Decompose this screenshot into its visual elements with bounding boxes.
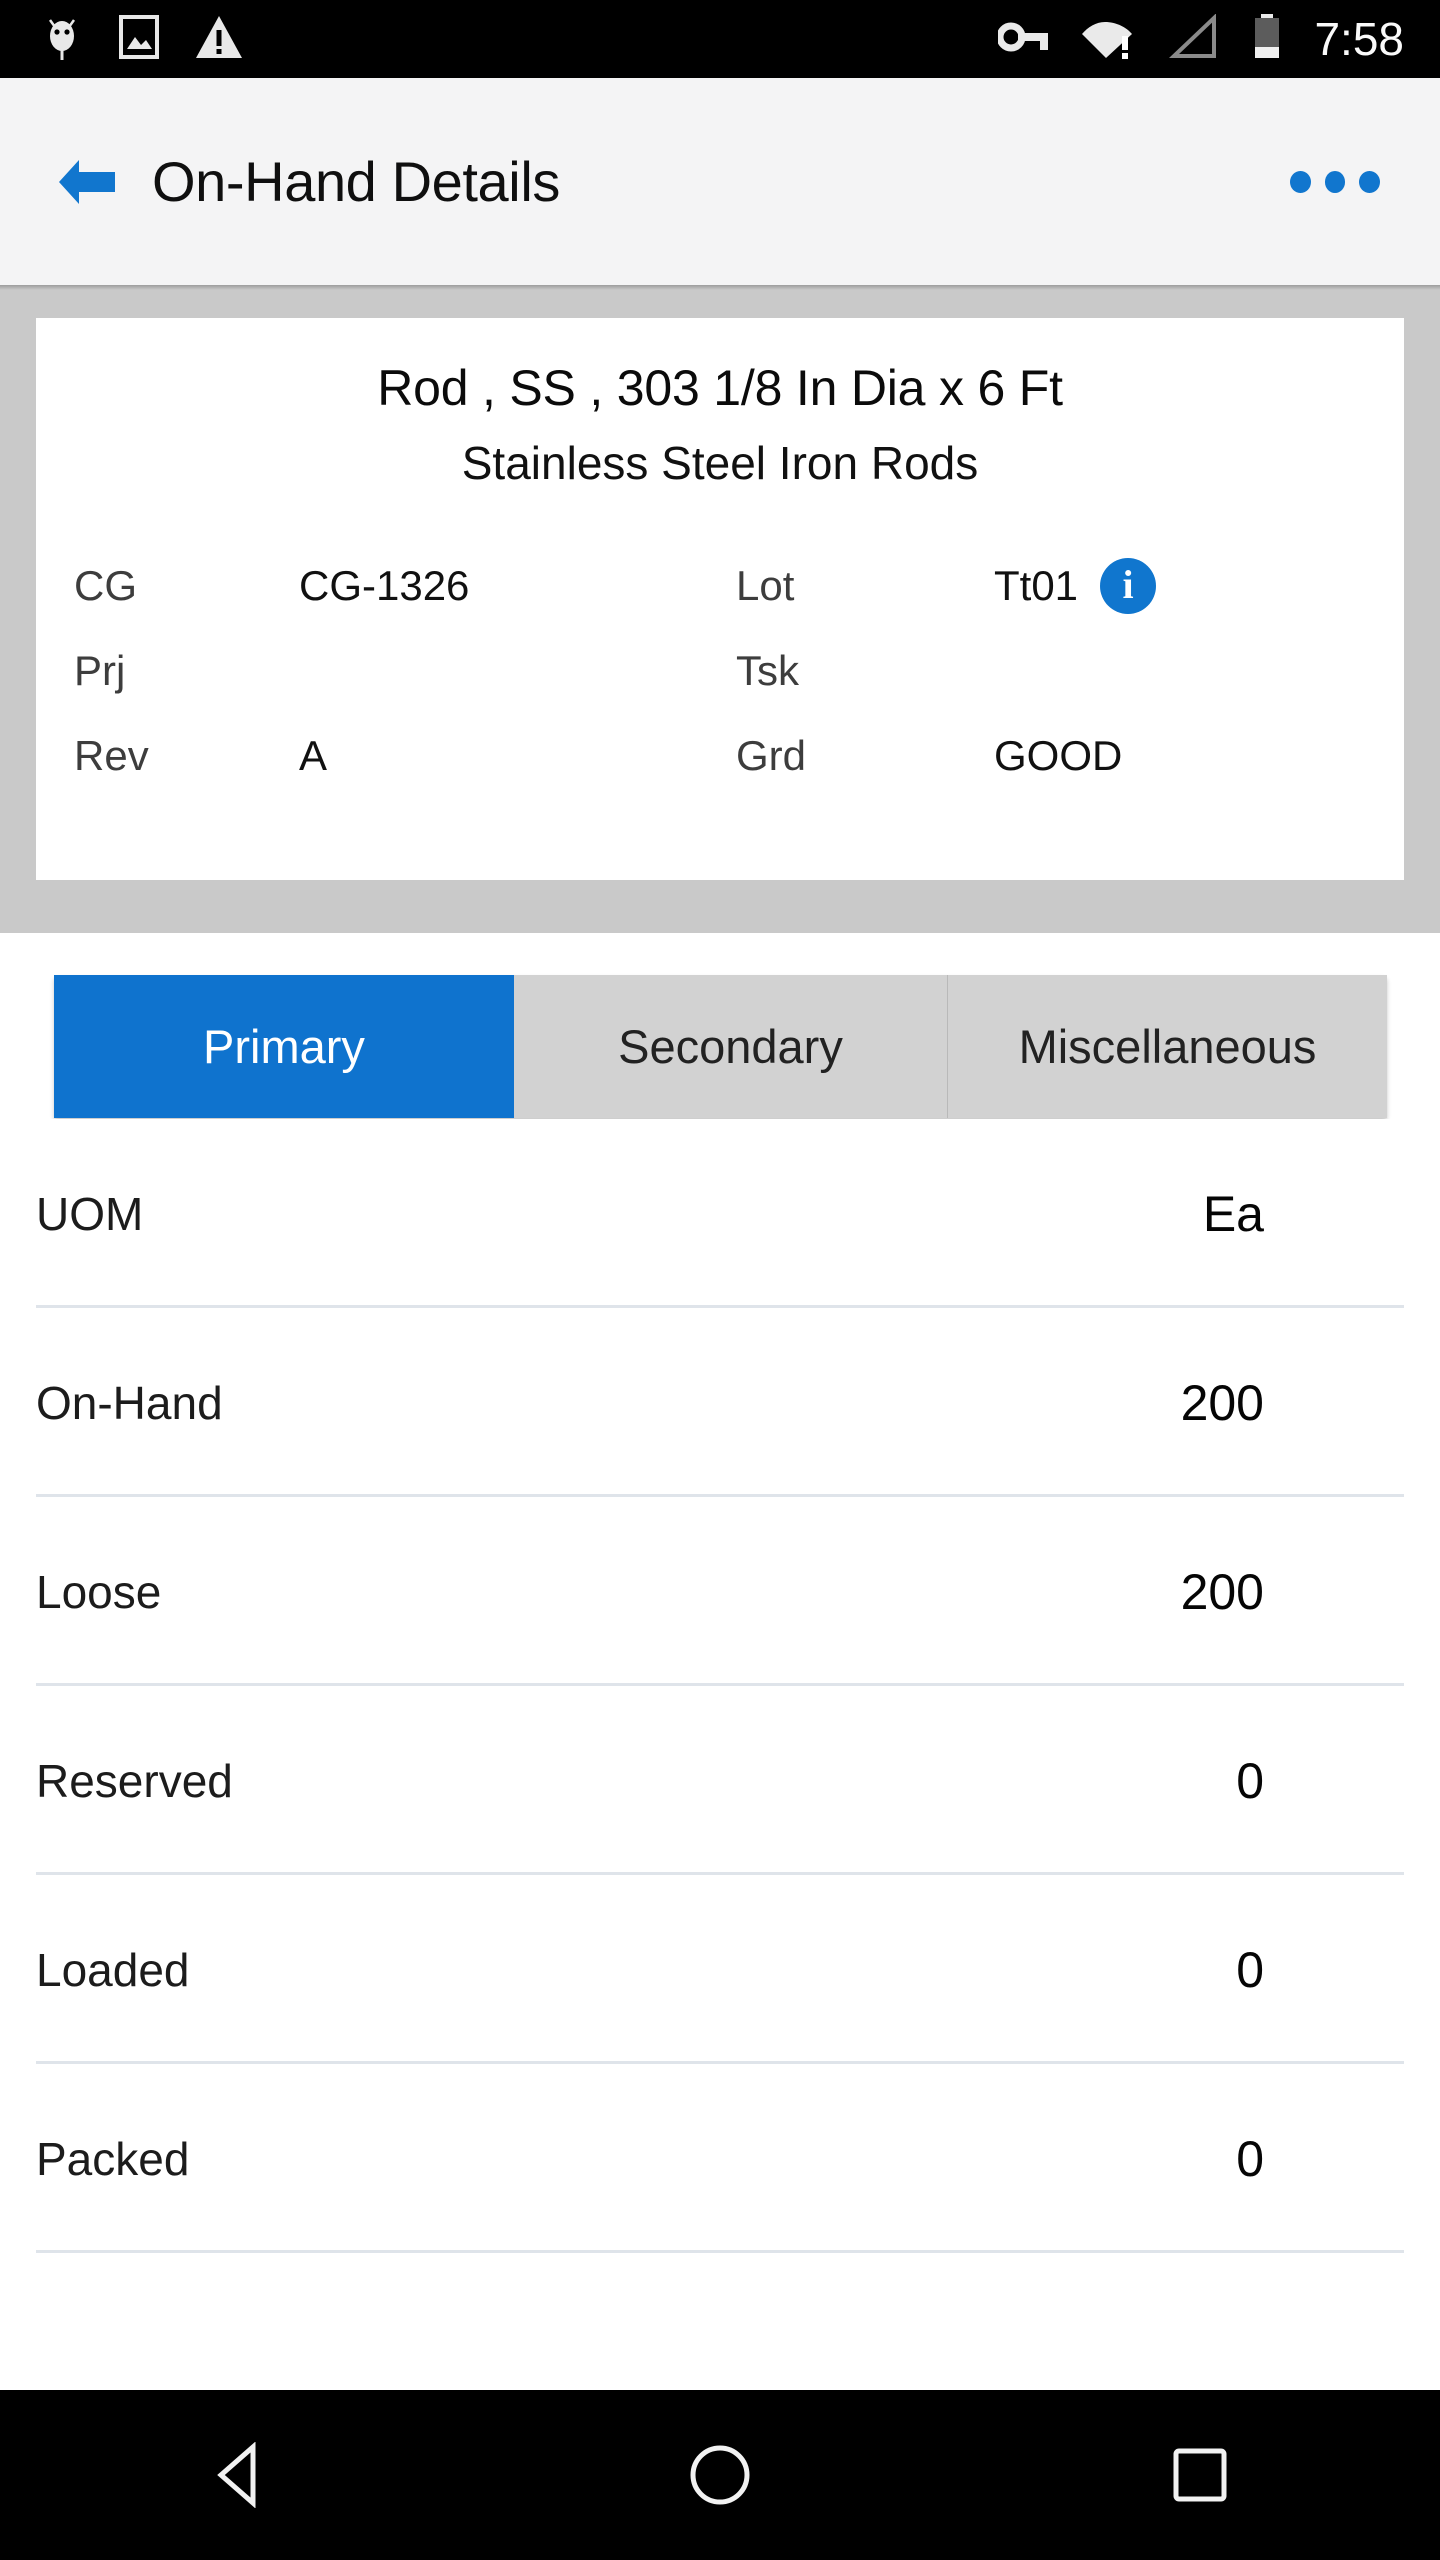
attribute-label-grd: Grd: [736, 732, 807, 780]
cellular-signal-icon: [1168, 12, 1220, 65]
list-item[interactable]: Reserved 0: [0, 1686, 1440, 1875]
overflow-menu-button[interactable]: [1290, 152, 1381, 212]
overflow-dot-3: [1359, 170, 1381, 193]
row-value-packed: 0: [1236, 2130, 1264, 2187]
overflow-dot-2: [1324, 170, 1346, 193]
tab-miscellaneous[interactable]: Miscellaneous: [948, 975, 1387, 1118]
image-icon: [118, 13, 160, 66]
nav-recents-button[interactable]: [1125, 2400, 1275, 2550]
tab-primary[interactable]: Primary: [54, 975, 514, 1118]
attribute-row: Rev A Grd GOOD: [74, 714, 1366, 799]
item-title: Rod , SS , 303 1/8 In Dia x 6 Ft: [377, 360, 1063, 416]
item-attributes-grid: CG CG-1326 Lot Tt01 i Prj Tsk Rev A Grd …: [36, 544, 1404, 799]
wifi-alert-icon: [1080, 14, 1138, 65]
row-label-on-hand: On-Hand: [36, 1376, 223, 1429]
row-label-packed: Packed: [36, 2132, 190, 2185]
attribute-value-rev: A: [299, 732, 328, 780]
status-bar: 7:58: [0, 0, 1440, 78]
row-value-on-hand: 200: [1180, 1374, 1264, 1431]
attribute-value-cg: CG-1326: [299, 562, 470, 610]
attribute-value-lot-wrap: Tt01 i: [994, 558, 1366, 615]
row-divider: [36, 2250, 1404, 2253]
row-label-loaded: Loaded: [36, 1943, 190, 1996]
attribute-label-rev: Rev: [74, 732, 149, 780]
tabs-container: Primary Secondary Miscellaneous: [0, 933, 1440, 1119]
row-label-reserved: Reserved: [36, 1754, 233, 1807]
tab-secondary[interactable]: Secondary: [514, 975, 948, 1118]
attribute-label-lot: Lot: [736, 562, 795, 610]
list-item[interactable]: On-Hand 200: [0, 1308, 1440, 1497]
row-value-loaded: 0: [1236, 1941, 1264, 1998]
card-region: Rod , SS , 303 1/8 In Dia x 6 Ft Stainle…: [0, 285, 1440, 933]
list-item[interactable]: Loose 200: [0, 1497, 1440, 1686]
attribute-row: Prj Tsk: [74, 629, 1366, 714]
status-bar-clock: 7:58: [1314, 13, 1404, 65]
bug-icon: [40, 12, 84, 67]
attribute-label-cg: CG: [74, 562, 137, 610]
app-bar: On-Hand Details: [0, 78, 1440, 285]
nav-back-button[interactable]: [165, 2400, 315, 2550]
warning-icon: [194, 14, 244, 65]
back-button[interactable]: [50, 146, 122, 218]
row-value-reserved: 0: [1236, 1752, 1264, 1809]
info-icon[interactable]: i: [1100, 558, 1157, 615]
list-item[interactable]: Loaded 0: [0, 1875, 1440, 2064]
android-nav-bar: [0, 2390, 1440, 2560]
detail-list: UOM Ea On-Hand 200 Loose 200 Reserved 0 …: [0, 1119, 1440, 2390]
item-info-card: Rod , SS , 303 1/8 In Dia x 6 Ft Stainle…: [36, 318, 1404, 880]
row-label-uom: UOM: [36, 1187, 144, 1240]
item-subtitle: Stainless Steel Iron Rods: [461, 437, 979, 489]
overflow-dot-1: [1290, 170, 1311, 193]
attribute-value-grd: GOOD: [994, 732, 1123, 780]
list-item[interactable]: UOM Ea: [0, 1119, 1440, 1308]
attribute-row: CG CG-1326 Lot Tt01 i: [74, 544, 1366, 629]
status-bar-right-icons: 7:58: [996, 12, 1404, 67]
row-label-loose: Loose: [36, 1565, 162, 1618]
row-value-loose: 200: [1180, 1563, 1264, 1620]
list-item[interactable]: Packed 0: [0, 2064, 1440, 2253]
attribute-label-prj: Prj: [74, 647, 126, 695]
vpn-key-icon: [996, 20, 1050, 59]
battery-icon: [1250, 12, 1284, 67]
attribute-value-lot: Tt01: [994, 562, 1079, 610]
page-title: On-Hand Details: [152, 149, 560, 213]
tab-bar: Primary Secondary Miscellaneous: [54, 975, 1387, 1118]
attribute-label-tsk: Tsk: [736, 647, 799, 695]
row-value-uom: Ea: [1202, 1185, 1264, 1242]
nav-home-button[interactable]: [645, 2400, 795, 2550]
status-bar-left-icons: [40, 12, 244, 67]
